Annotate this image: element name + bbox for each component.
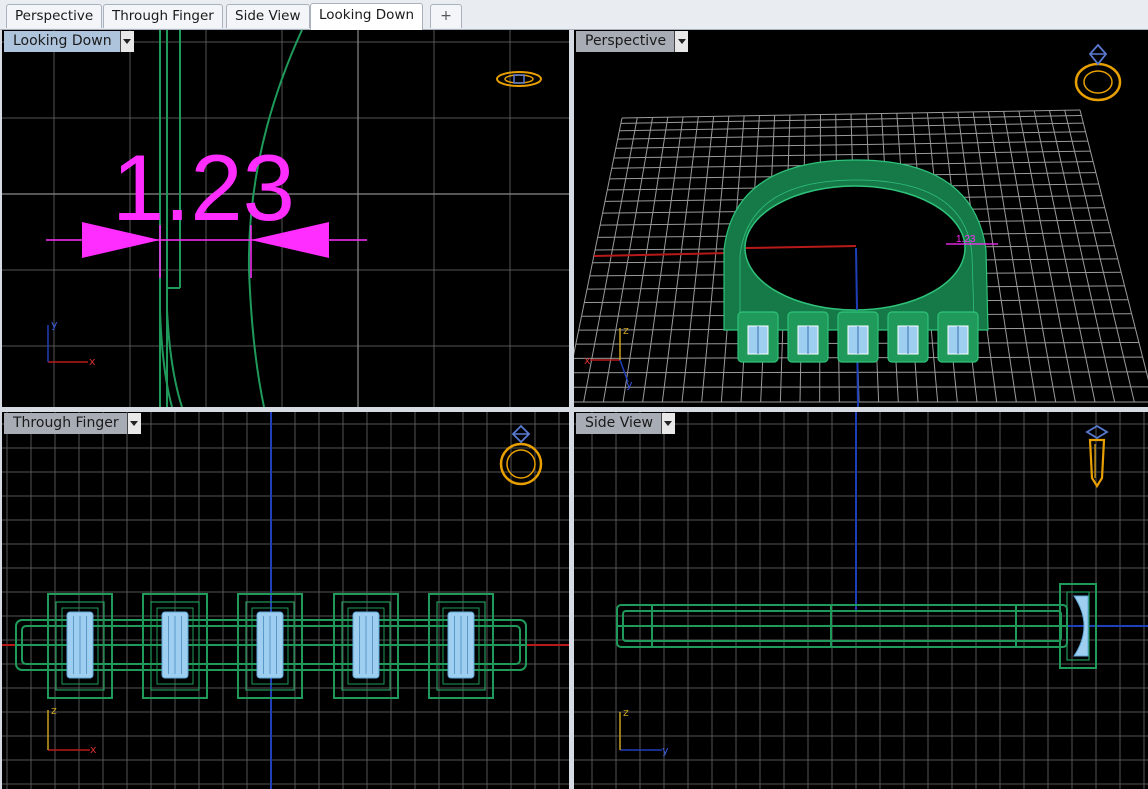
tab-through-finger[interactable]: Through Finger	[103, 4, 223, 28]
svg-text:z: z	[623, 706, 629, 719]
svg-text:y: y	[626, 378, 633, 391]
viewport-menu-dropdown-icon[interactable]	[126, 413, 141, 434]
world-axis-icon: z x y	[584, 324, 633, 391]
viewport-menu-dropdown-icon[interactable]	[119, 31, 134, 52]
ring-front-view-icon[interactable]	[494, 422, 548, 488]
viewport-label-perspective[interactable]: Perspective	[576, 31, 689, 52]
viewport-perspective[interactable]: 1.23 z x y Perspective	[574, 30, 1148, 407]
viewport-menu-dropdown-icon[interactable]	[674, 31, 689, 52]
dimension-label: 1.23	[112, 135, 295, 240]
viewport-menu-dropdown-icon[interactable]	[660, 413, 675, 434]
tab-perspective[interactable]: Perspective	[6, 4, 103, 28]
viewport-label-through-finger[interactable]: Through Finger	[4, 413, 141, 434]
svg-text:y: y	[51, 318, 58, 331]
svg-text:y: y	[662, 744, 669, 756]
tab-side-view[interactable]: Side View	[226, 4, 310, 28]
svg-text:z: z	[623, 324, 629, 337]
svg-text:x: x	[90, 743, 97, 754]
ring-perspective-icon[interactable]	[1070, 42, 1126, 104]
add-tab-button[interactable]: +	[430, 4, 462, 28]
ring-3d-model: 1.23	[723, 159, 998, 363]
ring-side-view-icon[interactable]	[1080, 422, 1114, 492]
tab-looking-down[interactable]: Looking Down	[310, 3, 424, 30]
svg-text:x: x	[584, 354, 591, 367]
viewport-tab-bar: Perspective Through Finger Side View Loo…	[0, 0, 1148, 30]
ring-top-view-icon[interactable]	[494, 64, 544, 94]
viewport-label-looking-down[interactable]: Looking Down	[4, 31, 134, 52]
world-axis-icon: y x	[47, 318, 96, 367]
world-axis-icon: z x	[47, 704, 97, 754]
viewport-label-side-view[interactable]: Side View	[576, 413, 675, 434]
viewport-looking-down[interactable]: 1.23 y x Looking Down	[2, 30, 569, 407]
viewport-side-view[interactable]: z y Side View	[574, 412, 1148, 789]
plus-icon: +	[440, 8, 452, 24]
world-axis-icon: z y	[619, 706, 669, 756]
viewport-through-finger[interactable]: z x Through Finger	[2, 412, 569, 789]
svg-text:z: z	[51, 704, 57, 717]
perspective-scene: 1.23	[574, 109, 1148, 407]
svg-text:1.23: 1.23	[956, 234, 976, 245]
ring-band-side-outline	[616, 604, 1068, 648]
svg-text:x: x	[89, 355, 96, 367]
